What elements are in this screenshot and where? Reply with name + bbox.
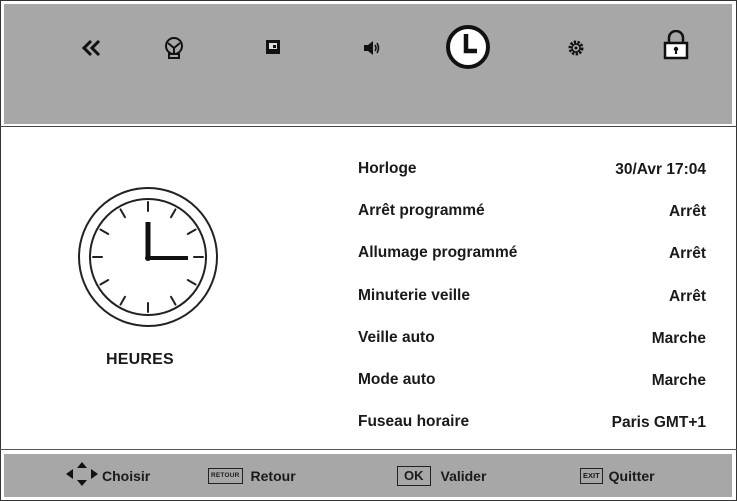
menu-value: 30/Avr 17:04 <box>615 161 706 178</box>
settings-icon[interactable] <box>567 39 585 57</box>
picture-icon[interactable] <box>164 36 184 60</box>
clock-icon <box>77 186 219 333</box>
menu-row-clock[interactable]: Horloge 30/Avr 17:04 <box>358 160 706 202</box>
exit-key: EXIT <box>580 467 603 484</box>
clock-icon[interactable] <box>445 24 491 70</box>
menu-label: Arrêt programmé <box>358 202 485 220</box>
source-icon[interactable] <box>265 39 281 55</box>
menu-value: Arrêt <box>668 287 706 305</box>
back-icon[interactable] <box>82 40 102 56</box>
menu-row-auto-mode[interactable]: Mode auto Marche <box>358 371 706 413</box>
menu-label: Veille auto <box>358 328 435 346</box>
menu-row-scheduled-on[interactable]: Allumage programmé Arrêt <box>358 244 706 286</box>
menu-label: Mode auto <box>358 370 436 388</box>
hint-ok-label: Valider <box>440 467 487 484</box>
ok-key: OK <box>397 465 431 486</box>
lock-icon[interactable] <box>663 30 689 60</box>
menu-label: Horloge <box>358 160 417 177</box>
menu-label: Fuseau horaire <box>358 413 470 431</box>
bottom-divider <box>0 449 737 450</box>
menu-value: Arrêt <box>668 203 706 221</box>
menu-value: Marche <box>651 371 706 389</box>
sound-icon[interactable] <box>363 40 381 56</box>
bottom-hint-bar: Choisir RETOUR Retour OK Valider EXIT Qu… <box>4 454 732 497</box>
hint-exit: EXIT Quitter <box>580 454 655 497</box>
hint-back-label: Retour <box>250 467 296 484</box>
menu-label: Minuterie veille <box>358 286 470 304</box>
menu-label: Allumage programmé <box>358 244 518 262</box>
hint-choose: Choisir <box>64 454 150 497</box>
hint-back: RETOUR Retour <box>208 454 296 497</box>
menu-value: Paris GMT+1 <box>611 414 706 432</box>
hint-ok: OK Valider <box>397 454 486 497</box>
top-divider <box>0 126 737 127</box>
dpad-icon <box>64 461 100 490</box>
menu-row-sleep-timer[interactable]: Minuterie veille Arrêt <box>358 287 706 329</box>
top-nav-bar <box>4 4 732 124</box>
menu-value: Arrêt <box>668 245 706 263</box>
section-title: HEURES <box>106 351 174 368</box>
settings-menu: Horloge 30/Avr 17:04 Arrêt programmé Arr… <box>358 160 706 455</box>
menu-value: Marche <box>651 329 706 347</box>
hint-exit-label: Quitter <box>608 467 655 484</box>
retour-key: RETOUR <box>208 467 243 484</box>
menu-row-scheduled-off[interactable]: Arrêt programmé Arrêt <box>358 202 706 244</box>
menu-row-auto-standby[interactable]: Veille auto Marche <box>358 329 706 371</box>
hint-choose-label: Choisir <box>102 467 151 484</box>
